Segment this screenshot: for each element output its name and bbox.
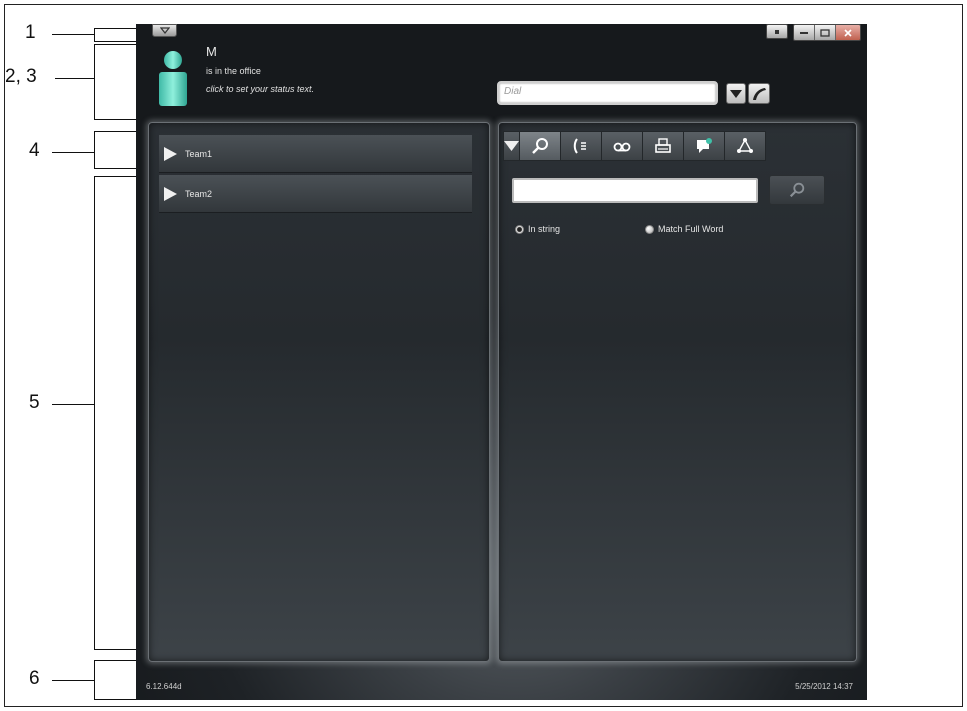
tab-search[interactable] [520,131,561,161]
callout-1: 1 [25,22,36,43]
avatar[interactable] [158,48,188,108]
teams-panel: Team1 Team2 [148,122,490,662]
presence-status[interactable]: is in the office [206,66,261,76]
call-journal-icon [573,138,586,154]
chat-icon [697,138,712,153]
callout-2-3: 2, 3 [5,66,37,87]
radio-match-full-word[interactable]: Match Full Word [645,224,723,234]
triangle-down-icon [730,89,742,98]
chevron-down-icon [159,27,170,34]
search-icon [532,138,548,154]
search-button[interactable] [769,175,825,205]
radio-in-string[interactable]: In string [515,224,560,234]
radio-label: In string [528,224,561,234]
triangle-down-icon [504,141,519,151]
callout-bracket-6 [94,660,136,700]
callout-bracket-2-3 [94,44,136,120]
status-text-prompt[interactable]: click to set your status text. [206,84,314,94]
callout-6: 6 [29,668,40,689]
search-icon [789,182,805,198]
user-name: M [206,44,217,59]
fax-icon [655,138,671,153]
date-time-label: 5/25/2012 14:37 [795,682,853,691]
compact-view-button[interactable] [766,24,788,39]
callout-bracket-4 [94,131,136,169]
tab-call-journal[interactable] [561,131,602,161]
callout-5: 5 [29,392,40,413]
team-label: Team1 [185,148,213,159]
function-toolbar [503,131,766,161]
dial-input[interactable]: Dial [497,81,718,105]
minimize-button[interactable] [794,25,815,40]
callout-line-4 [52,152,94,153]
callout-line-6 [52,680,94,681]
maximize-icon [820,28,830,37]
minimize-icon [800,31,808,34]
callout-4: 4 [29,140,40,161]
callout-bracket-1 [94,28,136,42]
search-panel: In string Match Full Word [498,122,857,662]
radio-selected-icon [515,224,524,234]
main-menu-button[interactable] [152,24,177,37]
callout-line-1 [52,34,94,35]
window-controls [766,24,861,41]
radio-label: Match Full Word [658,224,724,234]
tab-fax[interactable] [643,131,684,161]
client-window: M is in the office click to set your sta… [136,24,867,700]
window-button-group [793,24,861,41]
team-group-row[interactable]: Team2 [159,175,472,213]
call-button[interactable] [748,83,770,104]
voicemail-icon [613,142,631,152]
version-label: 6.12.644d [146,682,182,691]
network-icon [737,138,753,153]
restore-small-icon [775,29,779,34]
phone-handset-icon [753,87,766,100]
toolbar-dropdown-button[interactable] [503,131,520,161]
close-button[interactable] [836,25,860,40]
callout-line-2-3 [55,78,94,79]
team-label: Team2 [185,188,213,199]
triangle-right-icon [164,146,177,161]
tab-network[interactable] [725,131,766,161]
dial-dropdown-button[interactable] [726,83,746,104]
callout-bracket-5 [94,176,136,650]
callout-line-5 [52,404,94,405]
team-group-row[interactable]: Team1 [159,135,472,173]
close-icon [844,28,852,37]
tab-chat[interactable] [684,131,725,161]
triangle-right-icon [164,186,177,201]
tab-voicemail[interactable] [602,131,643,161]
maximize-button[interactable] [815,25,836,40]
search-input[interactable] [512,178,758,203]
radio-unselected-icon [645,224,654,234]
